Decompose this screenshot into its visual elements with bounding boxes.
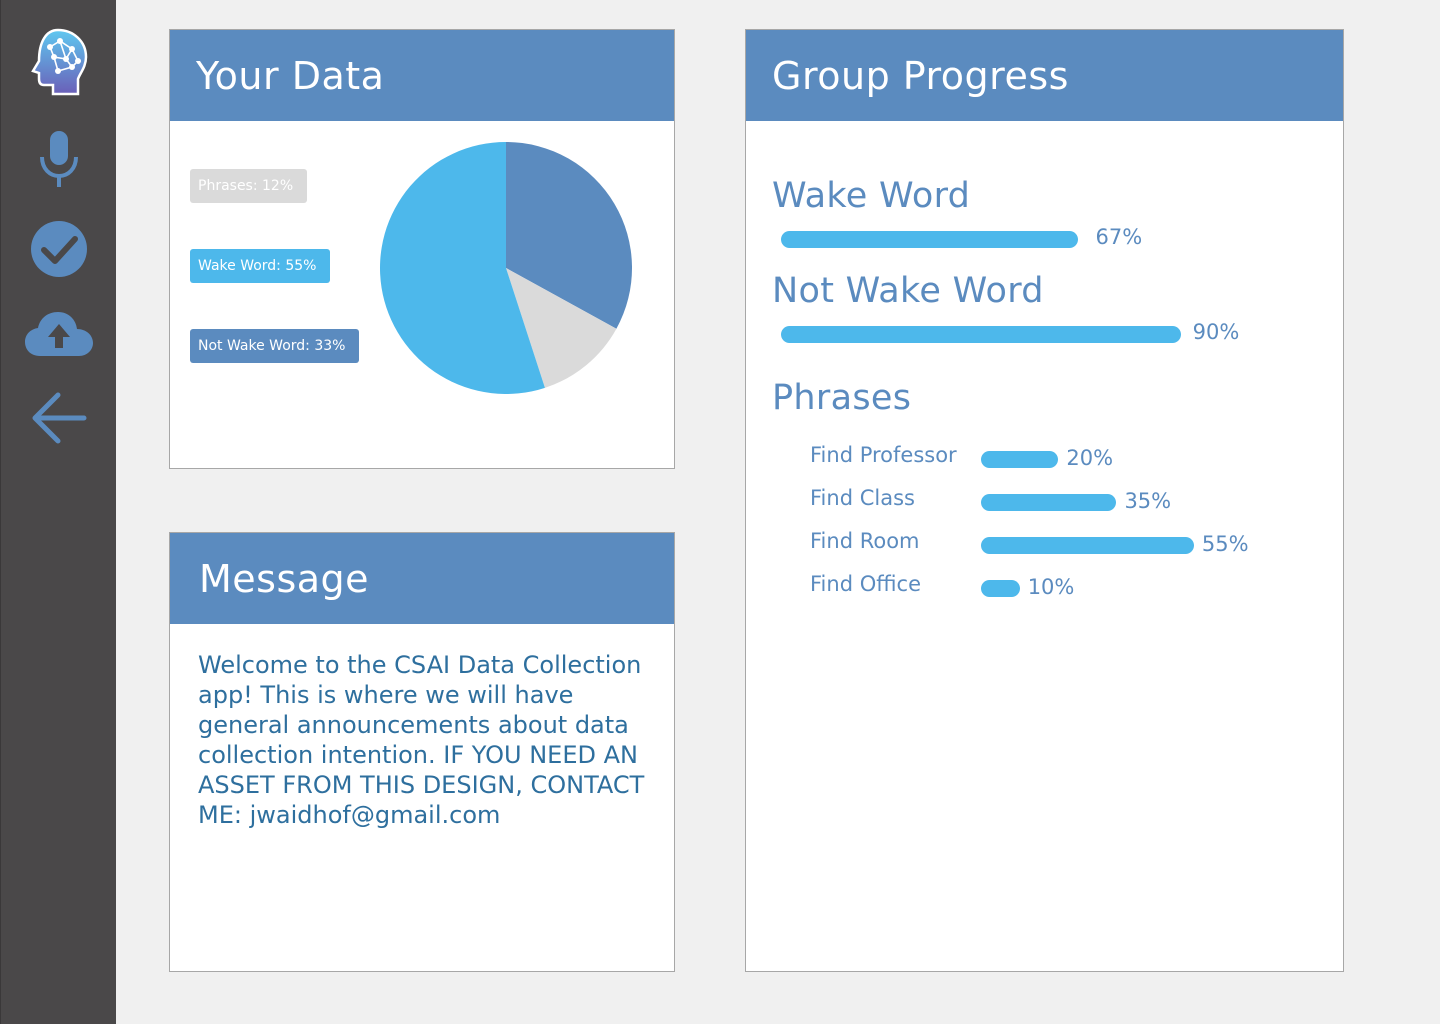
phrase-label-find-room: Find Room [810, 529, 920, 553]
phrase-label-find-office: Find Office [810, 572, 921, 596]
wake-word-pct: 67% [1095, 225, 1143, 249]
phrase-pct-find-office: 10% [1027, 575, 1075, 599]
arrow-left-icon[interactable] [1, 388, 117, 448]
phrase-bar-find-office [981, 580, 1020, 597]
not-wake-word-bar [781, 326, 1181, 343]
sidebar [0, 0, 116, 1024]
phrase-bar-find-room [981, 537, 1194, 554]
wake-word-label: Wake Word [772, 176, 971, 216]
group-progress-header: Group Progress [746, 30, 1343, 121]
legend-label: Not Wake Word: 33% [198, 338, 346, 354]
not-wake-word-pct: 90% [1192, 320, 1240, 344]
message-card: Message Welcome to the CSAI Data Collect… [169, 532, 675, 972]
message-title: Message [199, 556, 370, 601]
not-wake-word-label: Not Wake Word [772, 271, 1044, 311]
your-data-header: Your Data [170, 30, 674, 121]
phrase-pct-find-professor: 20% [1066, 446, 1114, 470]
phrase-label-find-professor: Find Professor [810, 443, 957, 467]
phrase-pct-find-class: 35% [1124, 489, 1172, 513]
phrase-bar-find-class [981, 494, 1117, 511]
legend-label: Wake Word: 55% [198, 258, 317, 274]
message-header: Message [170, 533, 674, 624]
legend-phrases: Phrases: 12% [190, 169, 308, 203]
legend-not-wake-word: Not Wake Word: 33% [190, 329, 360, 363]
message-body: Welcome to the CSAI Data Collection app!… [198, 651, 645, 829]
group-progress-card: Group Progress Wake Word 67% Not Wake Wo… [745, 29, 1344, 972]
your-data-card: Your Data Phrases: 12% Wake Word: 55% No… [169, 29, 675, 469]
cloud-upload-icon[interactable] [1, 308, 117, 360]
check-circle-icon[interactable] [1, 218, 117, 280]
legend-label: Phrases: 12% [198, 178, 294, 194]
phrases-label: Phrases [772, 378, 912, 418]
wake-word-bar [781, 231, 1079, 248]
group-progress-title: Group Progress [772, 53, 1069, 98]
brain-logo-icon[interactable] [1, 26, 117, 98]
legend-wake-word: Wake Word: 55% [190, 249, 331, 283]
your-data-title: Your Data [196, 53, 385, 98]
phrase-bar-find-professor [981, 451, 1059, 468]
phrase-label-find-class: Find Class [810, 486, 915, 510]
pie-chart [380, 142, 632, 394]
phrase-pct-find-room: 55% [1201, 532, 1249, 556]
microphone-icon[interactable] [1, 128, 117, 190]
